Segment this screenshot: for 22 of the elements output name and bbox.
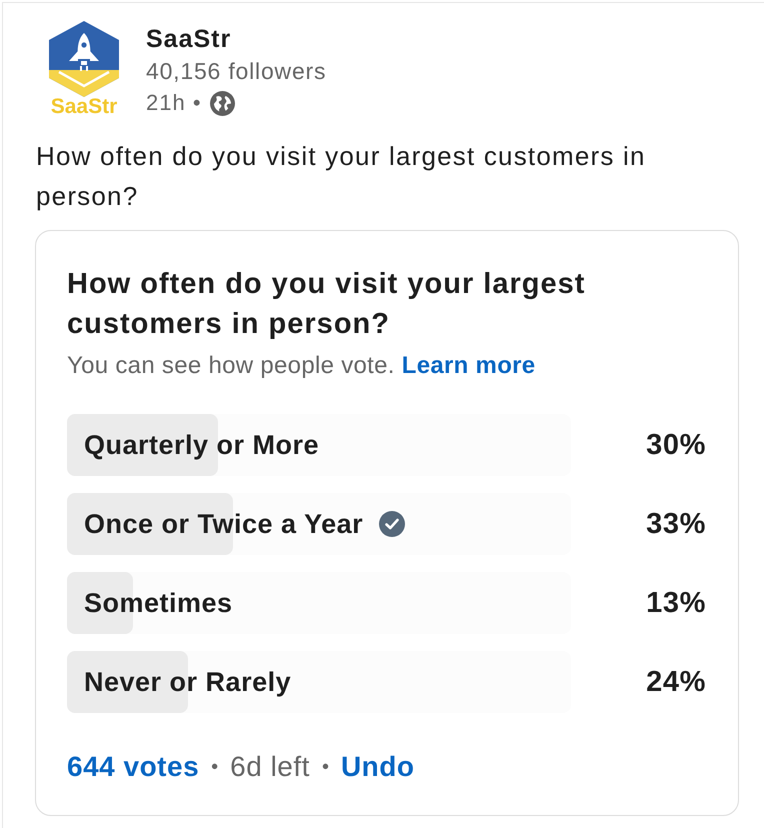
logo-text: SaaStr	[50, 97, 118, 117]
follower-count: 40,156 followers	[146, 58, 326, 84]
footer-link[interactable]: Undo	[340, 751, 414, 783]
vote-percentage: 24%	[646, 666, 706, 698]
post-time: 21h •	[146, 89, 202, 117]
visibility-note: You can see how people vote. Learn more	[67, 351, 536, 381]
time-left: 6d left	[230, 751, 310, 783]
poll-question: How often do you visit your largest customers in person?	[67, 267, 586, 342]
vote-percentage: 13%	[646, 587, 706, 619]
vote-percentage: 30%	[646, 429, 706, 461]
footer-link[interactable]: 644 votes	[67, 751, 200, 783]
post-text: How often do you visit your largest customers in person?	[36, 140, 647, 213]
option-label: Never or Rarely	[84, 666, 292, 698]
separator-dot: •	[211, 755, 218, 780]
option-label: Once or Twice a Year	[84, 508, 364, 540]
learn-more-link[interactable]: Learn more	[402, 352, 536, 379]
author-name[interactable]: SaaStr	[146, 25, 232, 53]
separator-dot: •	[322, 755, 329, 780]
option-label: Sometimes	[84, 587, 233, 619]
vote-percentage: 33%	[646, 508, 706, 540]
globe-icon	[210, 90, 235, 116]
option-label: Quarterly or More	[84, 429, 320, 461]
